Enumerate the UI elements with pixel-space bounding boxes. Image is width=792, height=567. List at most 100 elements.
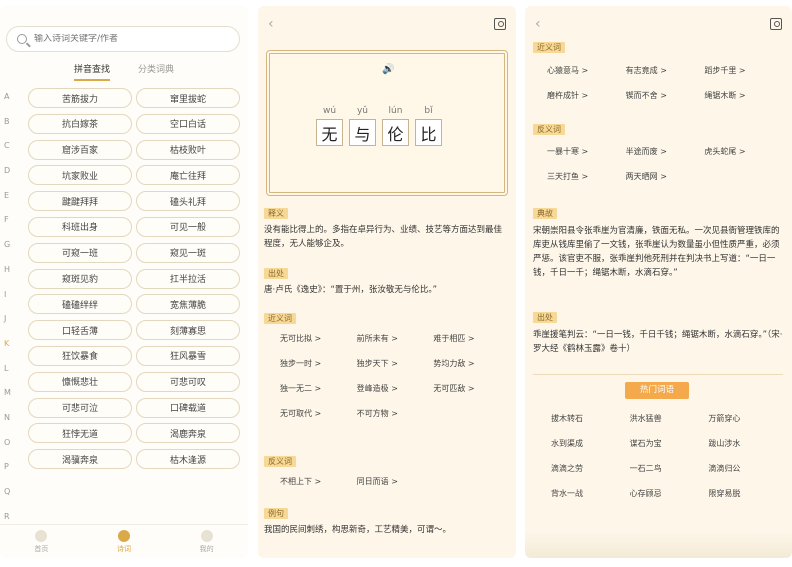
nav-poems[interactable]: 诗词 [117,529,131,554]
search-bar[interactable] [6,26,240,52]
tab-category[interactable]: 分类词典 [138,62,174,81]
idiom-button[interactable]: 宽焦薄脆 [136,294,240,315]
idiom-button[interactable]: 扛半拉活 [136,268,240,289]
idiom-button[interactable]: 空口白话 [136,113,240,134]
idiom-button[interactable]: 枯木逢源 [136,449,240,470]
antonym-link[interactable]: 虎头蛇尾 > [704,143,783,161]
idiom-button[interactable]: 狂悖无道 [28,423,132,444]
search-input[interactable] [34,34,224,44]
alphabet-letter[interactable]: L [4,364,16,389]
hot-word-link[interactable]: 限穿易脱 [708,485,787,503]
search-icon [17,34,27,44]
synonym-link[interactable]: 独一无二 > [280,380,357,398]
hanzi-char: 伦 [382,119,409,146]
antonym-link[interactable]: 两天晒网 > [626,168,705,186]
hot-word-link[interactable]: 洪水猛兽 [630,410,709,428]
hot-word-link[interactable]: 滴滴之劳 [551,460,630,478]
idiom-button[interactable]: 狂风暴雪 [136,345,240,366]
antonym-link[interactable]: 一暴十寒 > [547,143,626,161]
antonym-link[interactable]: 不相上下 > [280,473,357,491]
idiom-button[interactable]: 窥见一斑 [136,242,240,263]
hot-word-link[interactable]: 一石二鸟 [630,460,709,478]
idiom-button[interactable]: 磕头礼拜 [136,191,240,212]
idiom-button[interactable]: 窜里拔蛇 [136,88,240,108]
idiom-button[interactable]: 刻薄寡思 [136,320,240,341]
synonym-link[interactable]: 独步天下 > [357,355,434,373]
idiom-button[interactable]: 窥斑见豹 [28,268,132,289]
share-icon[interactable] [770,18,782,30]
synonym-link[interactable]: 独步一时 > [280,355,357,373]
alphabet-letter[interactable]: F [4,215,16,240]
hot-word-link[interactable]: 水到渠成 [551,435,630,453]
speaker-icon[interactable]: 🔊 [382,64,394,75]
synonym-link[interactable]: 无可比拟 > [280,330,357,348]
hot-word-link[interactable]: 背水一战 [551,485,630,503]
idiom-button[interactable]: 可窥一班 [28,242,132,263]
nav-home[interactable]: 首页 [34,529,48,554]
idiom-detail-panel-scrolled: ‹ 近义词 心猿意马 > 有志竟成 > 蹈步千里 > 磨杵成针 > 锲而不舍 > 绳锯木断… [525,6,792,558]
idiom-button[interactable]: 科班出身 [28,216,132,237]
synonym-link[interactable]: 无可匹敌 > [433,380,510,398]
synonym-link[interactable]: 心猿意马 > [547,62,626,80]
tab-pinyin[interactable]: 拼音查找 [73,62,110,81]
idiom-card: 🔊 wú 无 yǔ 与 lún 伦 bǐ 比 [266,50,508,196]
alphabet-letter[interactable]: K [4,339,16,364]
share-icon[interactable] [494,18,506,30]
hot-word-link[interactable]: 拔木转石 [551,410,630,428]
synonym-link[interactable]: 不可方物 > [357,405,434,423]
idiom-button[interactable]: 庵亡往拜 [136,165,240,186]
hot-word-link[interactable]: 心存顾忌 [630,485,709,503]
synonym-link[interactable]: 难于相匹 > [433,330,510,348]
hot-word-link[interactable]: 滴滴归公 [708,460,787,478]
antonym-link[interactable]: 同日而语 > [357,473,434,491]
alphabet-letter[interactable]: I [4,290,16,315]
idiom-button[interactable]: 踺踺拜拜 [28,191,132,212]
hot-word-link[interactable]: 万箭穿心 [708,410,787,428]
idiom-button[interactable]: 窟涉百家 [28,139,132,160]
alphabet-letter[interactable]: H [4,265,16,290]
synonym-link[interactable]: 登峰造极 > [357,380,434,398]
idiom-button[interactable]: 可悲可叹 [136,371,240,392]
alphabet-letter[interactable]: E [4,191,16,216]
synonym-link[interactable]: 蹈步千里 > [704,62,783,80]
synonym-link[interactable]: 前所未有 > [357,330,434,348]
alphabet-letter[interactable]: C [4,141,16,166]
alphabet-letter[interactable]: J [4,314,16,339]
idiom-button[interactable]: 狂饮暴食 [28,345,132,366]
alphabet-letter[interactable]: Q [4,487,16,512]
section-antonyms: 反义词 [533,124,565,135]
back-arrow-icon[interactable]: ‹ [535,16,541,32]
back-arrow-icon[interactable]: ‹ [268,16,274,32]
hot-word-link[interactable]: 谋石为宝 [630,435,709,453]
alphabet-letter[interactable]: A [4,92,16,117]
synonym-link[interactable]: 有志竟成 > [626,62,705,80]
alphabet-letter[interactable]: N [4,413,16,438]
idiom-button[interactable]: 可见一般 [136,216,240,237]
idiom-button[interactable]: 口轻舌薄 [28,320,132,341]
idiom-button[interactable]: 苦筋拔力 [28,88,132,108]
synonym-link[interactable]: 绳锯木断 > [704,87,783,105]
alphabet-letter[interactable]: M [4,388,16,413]
synonym-link[interactable]: 势均力敌 > [433,355,510,373]
antonym-link[interactable]: 三天打鱼 > [547,168,626,186]
antonym-link[interactable]: 半途而废 > [626,143,705,161]
nav-mine[interactable]: 我的 [200,529,214,554]
synonym-link[interactable]: 无可取代 > [280,405,357,423]
idiom-button[interactable]: 坑家败业 [28,165,132,186]
synonym-link[interactable]: 磨杵成针 > [547,87,626,105]
synonym-link[interactable]: 锲而不舍 > [626,87,705,105]
alphabet-letter[interactable]: O [4,438,16,463]
hot-word-link[interactable]: 跋山涉水 [708,435,787,453]
idiom-button[interactable]: 磕磕绊绊 [28,294,132,315]
idiom-button[interactable]: 抗白嫁茶 [28,113,132,134]
alphabet-letter[interactable]: G [4,240,16,265]
idiom-button[interactable]: 可悲可泣 [28,397,132,418]
idiom-button[interactable]: 渴鹿奔泉 [136,423,240,444]
idiom-button[interactable]: 慷慨悲壮 [28,371,132,392]
alphabet-letter[interactable]: B [4,117,16,142]
idiom-button[interactable]: 渴骥奔泉 [28,449,132,470]
idiom-button[interactable]: 枯枝败叶 [136,139,240,160]
alphabet-letter[interactable]: P [4,462,16,487]
alphabet-letter[interactable]: D [4,166,16,191]
idiom-button[interactable]: 口碑载道 [136,397,240,418]
